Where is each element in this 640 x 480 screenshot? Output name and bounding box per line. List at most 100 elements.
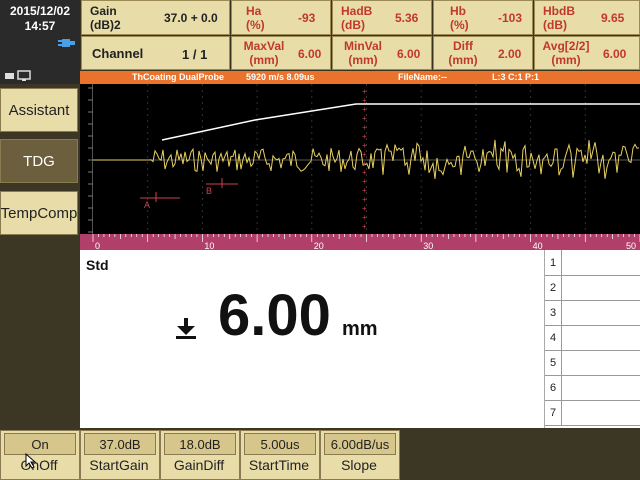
cursor-mark: + xyxy=(362,150,367,159)
table-row[interactable]: 5 xyxy=(545,350,640,376)
measure-cursor[interactable]: ++++++++++++++++ xyxy=(362,87,367,231)
cursor-mark: + xyxy=(362,132,367,141)
cursor-mark: + xyxy=(362,195,367,204)
channel-cell[interactable]: Channel 1 / 1 xyxy=(81,36,230,70)
sidebar-item-label: TempComp xyxy=(0,204,78,222)
row-number: 2 xyxy=(545,275,562,300)
slope-button[interactable]: 6.00dB/us Slope xyxy=(320,430,400,480)
row-number: 1 xyxy=(545,250,562,275)
minval-label: MinVal (mm) xyxy=(343,39,382,67)
cursor-mark: + xyxy=(362,222,367,231)
cursor-mark: + xyxy=(362,186,367,195)
diff-cell: Diff (mm) 2.00 xyxy=(433,36,533,70)
ha-value: -93 xyxy=(298,11,316,25)
sidebar-item-label: Assistant xyxy=(8,101,70,119)
cursor-mark: + xyxy=(362,177,367,186)
slope-label: Slope xyxy=(341,457,377,473)
ascan-svg: A B ++++++++++++++++ 0 10 20 30 40 50 xyxy=(80,84,640,251)
gain-value: 37.0 + 0.0 xyxy=(164,11,218,25)
gate-b-label: B xyxy=(206,186,212,196)
hadb-value: 5.36 xyxy=(395,11,419,25)
cursor-mark: + xyxy=(362,213,367,222)
slope-value: 6.00dB/us xyxy=(324,433,396,455)
mouse-cursor-icon xyxy=(25,452,37,469)
table-row[interactable]: 2 xyxy=(545,275,640,301)
maxval-cell: MaxVal (mm) 6.00 xyxy=(231,36,331,70)
cursor-mark: + xyxy=(362,204,367,213)
gain-cell[interactable]: Gain (dB)2 37.0 + 0.0 xyxy=(81,0,230,35)
hadb-label: HadB (dB) xyxy=(341,4,373,32)
cursor-mark: + xyxy=(362,159,367,168)
gaindiff-value: 18.0dB xyxy=(164,433,236,455)
table-row[interactable]: 6 xyxy=(545,375,640,401)
starttime-button[interactable]: 5.00us StartTime xyxy=(240,430,320,480)
filename-text: FileName:-- xyxy=(398,72,448,82)
x-tick-label: 30 xyxy=(423,241,433,250)
maxval-value: 6.00 xyxy=(298,47,322,61)
startgain-label: StartGain xyxy=(89,457,149,473)
x-tick-label: 10 xyxy=(204,241,214,250)
cursor-mark: + xyxy=(362,96,367,105)
diff-label: Diff (mm) xyxy=(448,39,478,67)
minval-cell: MinVal (mm) 6.00 xyxy=(332,36,432,70)
cursor-mark: + xyxy=(362,141,367,150)
hbdb-cell: HbdB (dB) 9.65 xyxy=(534,0,640,35)
onoff-label: OnOff xyxy=(20,457,58,473)
hbdb-label: HbdB (dB) xyxy=(543,4,575,32)
hadb-cell: HadB (dB) 5.36 xyxy=(332,0,432,35)
cursor-mark: + xyxy=(362,114,367,123)
sidebar-item-label: TDG xyxy=(23,152,55,170)
cursor-mark: + xyxy=(362,105,367,114)
x-tick-label: 40 xyxy=(533,241,543,250)
x-tick-label: 50 xyxy=(626,241,636,250)
hb-label: Hb (%) xyxy=(450,4,469,32)
thickness-unit: mm xyxy=(342,318,378,340)
table-row[interactable]: 3 xyxy=(545,300,640,326)
onoff-value: On xyxy=(4,433,76,455)
time-text: 14:57 xyxy=(24,19,56,33)
avg-value: 6.00 xyxy=(603,47,627,61)
mode-label: Std xyxy=(86,257,109,273)
cursor-mark: + xyxy=(362,87,367,96)
position-text: L:3 C:1 P:1 xyxy=(492,72,540,82)
sidebar-item-tempcomp[interactable]: TempComp xyxy=(0,191,78,235)
cursor-mark: + xyxy=(362,168,367,177)
x-tick-label: 20 xyxy=(314,241,324,250)
row-number: 6 xyxy=(545,375,562,400)
date-text: 2015/12/02 xyxy=(9,4,71,18)
row-number: 7 xyxy=(545,400,562,425)
thickness-value: 6.00 xyxy=(218,283,331,348)
table-row[interactable]: 4 xyxy=(545,325,640,351)
cursor-mark: + xyxy=(362,123,367,132)
table-row[interactable]: 7 xyxy=(545,400,640,426)
hbdb-value: 9.65 xyxy=(601,11,625,25)
hb-cell: Hb (%) -103 xyxy=(433,0,533,35)
ha-cell: Ha (%) -93 xyxy=(231,0,331,35)
minval-value: 6.00 xyxy=(397,47,421,61)
channel-label: Channel xyxy=(92,46,144,61)
sidebar-item-assistant[interactable]: Assistant xyxy=(0,88,78,132)
avg-label: Avg[2/2] (mm) xyxy=(542,39,590,67)
gaindiff-button[interactable]: 18.0dB GainDiff xyxy=(160,430,240,480)
sidebar-item-tdg[interactable]: TDG xyxy=(0,139,78,183)
startgain-button[interactable]: 37.0dB StartGain xyxy=(80,430,160,480)
onoff-button[interactable]: On OnOff xyxy=(0,430,80,480)
gate-a-label: A xyxy=(144,200,150,210)
status-panel: 2015/12/02 14:57 xyxy=(0,0,80,81)
startgain-value: 37.0dB xyxy=(84,433,156,455)
row-number: 3 xyxy=(545,300,562,325)
ascan-plot[interactable]: A B + + + + + + + + + + + + + + + + 0 10 20 30 40 50 xyxy=(80,84,640,251)
table-row[interactable]: 1 xyxy=(545,250,640,276)
result-panel: Std 6.00 mm xyxy=(80,250,544,428)
diff-value: 2.00 xyxy=(498,47,522,61)
maxval-label: MaxVal (mm) xyxy=(243,39,285,67)
row-number: 4 xyxy=(545,325,562,350)
ha-label: Ha (%) xyxy=(246,4,265,32)
row-number: 5 xyxy=(545,350,562,375)
starttime-label: StartTime xyxy=(248,457,310,473)
memory-table[interactable]: 1 2 3 4 5 6 7 xyxy=(544,250,640,428)
gaindiff-label: GainDiff xyxy=(173,457,225,473)
x-tick-label: 0 xyxy=(95,241,100,250)
velocity-text: 5920 m/s 8.09us xyxy=(246,72,315,82)
hb-value: -103 xyxy=(498,11,523,25)
